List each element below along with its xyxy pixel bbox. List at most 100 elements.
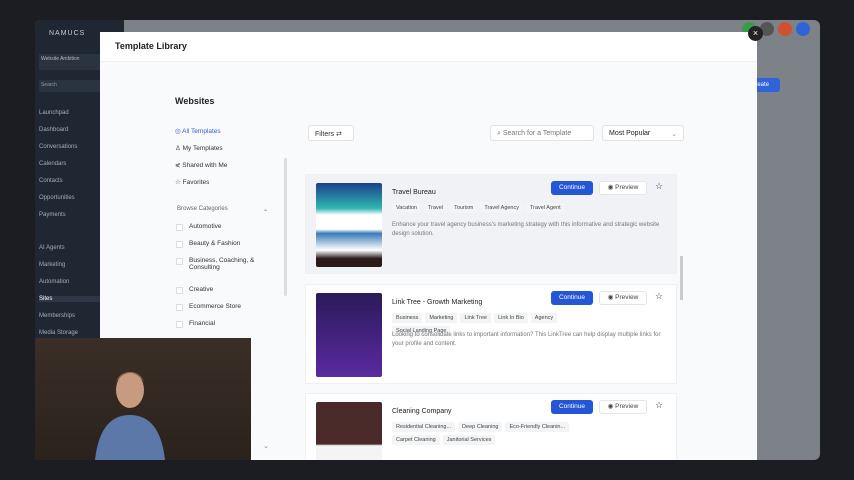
template-thumbnail[interactable]	[316, 183, 382, 267]
category-item[interactable]: Beauty & Fashion	[176, 240, 266, 248]
close-button[interactable]: ×	[748, 26, 763, 41]
logo: NAMUCS	[49, 30, 86, 37]
filter-label: My Templates	[182, 145, 223, 152]
tag: Business	[392, 313, 423, 323]
chevron-down-icon: ⌄	[263, 207, 269, 213]
section-heading: Websites	[175, 96, 215, 106]
sort-value: Most Popular	[609, 130, 651, 137]
preview-button[interactable]: ◉ Preview	[599, 291, 647, 305]
nav-item[interactable]: AI Agents	[39, 245, 65, 251]
nav-item[interactable]: Media Storage	[39, 330, 78, 336]
template-title: Cleaning Company	[392, 408, 452, 415]
category-item[interactable]: Financial	[176, 320, 266, 328]
tag: Vacation	[392, 203, 421, 213]
search-placeholder: Search for a Template	[502, 130, 572, 137]
category-checkbox[interactable]	[176, 321, 183, 328]
template-list: Travel Bureau Vacation Travel Tourism Trave…	[305, 158, 677, 460]
filter-label: Favorites	[182, 179, 210, 186]
nav-item[interactable]: Payments	[39, 212, 66, 218]
star-icon: ☆	[175, 179, 181, 186]
tag: Janitorial Services	[442, 435, 496, 445]
nav-item[interactable]: Calendars	[39, 161, 66, 167]
chevron-down-icon[interactable]: ⌄	[263, 442, 269, 450]
continue-button[interactable]: Continue	[551, 181, 593, 195]
preview-button[interactable]: ◉ Preview	[599, 400, 647, 414]
filters-button[interactable]: Filters ⇄	[308, 125, 354, 141]
tag: Deep Cleaning	[458, 422, 503, 432]
nav-item[interactable]: Conversations	[39, 144, 77, 150]
template-card[interactable]: Travel Bureau Vacation Travel Tourism Trave…	[305, 174, 677, 274]
browse-label: Browse Categories	[177, 206, 228, 212]
filter-label: All Templates	[182, 128, 221, 135]
search-icon: ⌕	[497, 130, 501, 137]
category-checkbox[interactable]	[176, 304, 183, 311]
tag: Marketing	[425, 313, 458, 323]
nav-item[interactable]: Opportunities	[39, 195, 75, 201]
preview-label: Preview	[615, 184, 639, 191]
template-description: Enhance your travel agency business's ma…	[392, 222, 660, 237]
template-card[interactable]: Cleaning Company Residential Cleaning...…	[305, 393, 677, 460]
tag: Carpet Cleaning	[392, 435, 440, 445]
category-checkbox[interactable]	[176, 241, 183, 248]
category-label: Business, Coaching, & Consulting	[189, 257, 255, 271]
modal-title: Template Library	[100, 32, 757, 62]
category-item[interactable]: Business, Coaching, & Consulting	[176, 257, 266, 271]
category-checkbox[interactable]	[176, 224, 183, 231]
nav-item[interactable]: Contacts	[39, 178, 63, 184]
preview-button[interactable]: ◉ Preview	[599, 181, 647, 195]
tag: Eco-Friendly Cleanin...	[505, 422, 570, 432]
template-thumbnail[interactable]	[316, 293, 382, 377]
sort-select[interactable]: Most Popular ⌄	[602, 125, 684, 141]
category-checkbox[interactable]	[176, 287, 183, 294]
tag: Tourism	[450, 203, 478, 213]
category-label: Creative	[189, 286, 214, 293]
template-tags: Vacation Travel Tourism Travel Agency Travel…	[392, 203, 582, 213]
favorite-star-icon[interactable]: ☆	[655, 400, 663, 411]
filter-my-templates[interactable]: ♙ My Templates	[175, 144, 223, 152]
favorite-star-icon[interactable]: ☆	[655, 291, 663, 302]
filter-favorites[interactable]: ☆ Favorites	[175, 178, 209, 186]
template-description: Looking to consolidate links to importan…	[392, 332, 661, 347]
filter-all-templates[interactable]: ◎ All Templates	[175, 127, 221, 135]
tag: Residential Cleaning...	[392, 422, 456, 432]
category-item[interactable]: Ecommerce Store	[176, 303, 266, 311]
tag: Travel Agent	[526, 203, 565, 213]
favorite-star-icon[interactable]: ☆	[655, 181, 663, 192]
tag: Agency	[530, 313, 558, 323]
browse-categories-toggle[interactable]: Browse Categories ⌄	[177, 206, 268, 213]
tag: Link Tree	[460, 313, 492, 323]
category-label: Ecommerce Store	[189, 303, 242, 310]
category-item[interactable]: Creative	[176, 286, 266, 294]
template-search-input[interactable]: ⌕ Search for a Template	[490, 125, 594, 141]
nav-item[interactable]: Marketing	[39, 262, 65, 268]
user-icon: ♙	[175, 145, 181, 152]
preview-label: Preview	[615, 403, 639, 410]
eye-icon: ◉	[607, 403, 614, 410]
sidebar-scrollbar[interactable]	[284, 158, 287, 296]
nav-item[interactable]: Dashboard	[39, 127, 68, 133]
category-label: Beauty & Fashion	[189, 240, 241, 247]
nav-item[interactable]: Automation	[39, 279, 69, 285]
template-card[interactable]: Link Tree - Growth Marketing Business Mar…	[305, 284, 677, 384]
tag: Travel	[424, 203, 448, 213]
preview-label: Preview	[615, 294, 639, 301]
filters-label: Filters	[315, 131, 335, 138]
template-title: Link Tree - Growth Marketing	[392, 299, 483, 306]
tag: Travel Agency	[480, 203, 523, 213]
filter-label: Shared with Me	[182, 162, 228, 169]
list-scrollbar[interactable]	[680, 256, 683, 300]
filter-shared-with-me[interactable]: ⋞ Shared with Me	[175, 161, 227, 169]
chevron-down-icon: ⌄	[671, 131, 677, 138]
continue-button[interactable]: Continue	[551, 291, 593, 305]
category-checkbox[interactable]	[176, 258, 183, 265]
bell-icon[interactable]	[778, 22, 792, 36]
nav-item[interactable]: Memberships	[39, 313, 75, 319]
avatar[interactable]	[796, 22, 810, 36]
webcam-overlay	[35, 338, 251, 460]
nav-item[interactable]: Launchpad	[39, 110, 69, 116]
template-tags: Residential Cleaning... Deep Cleaning Eco-…	[392, 422, 572, 445]
category-item[interactable]: Automotive	[176, 223, 266, 231]
template-thumbnail[interactable]	[316, 402, 382, 460]
category-label: Automotive	[189, 223, 222, 230]
continue-button[interactable]: Continue	[551, 400, 593, 414]
